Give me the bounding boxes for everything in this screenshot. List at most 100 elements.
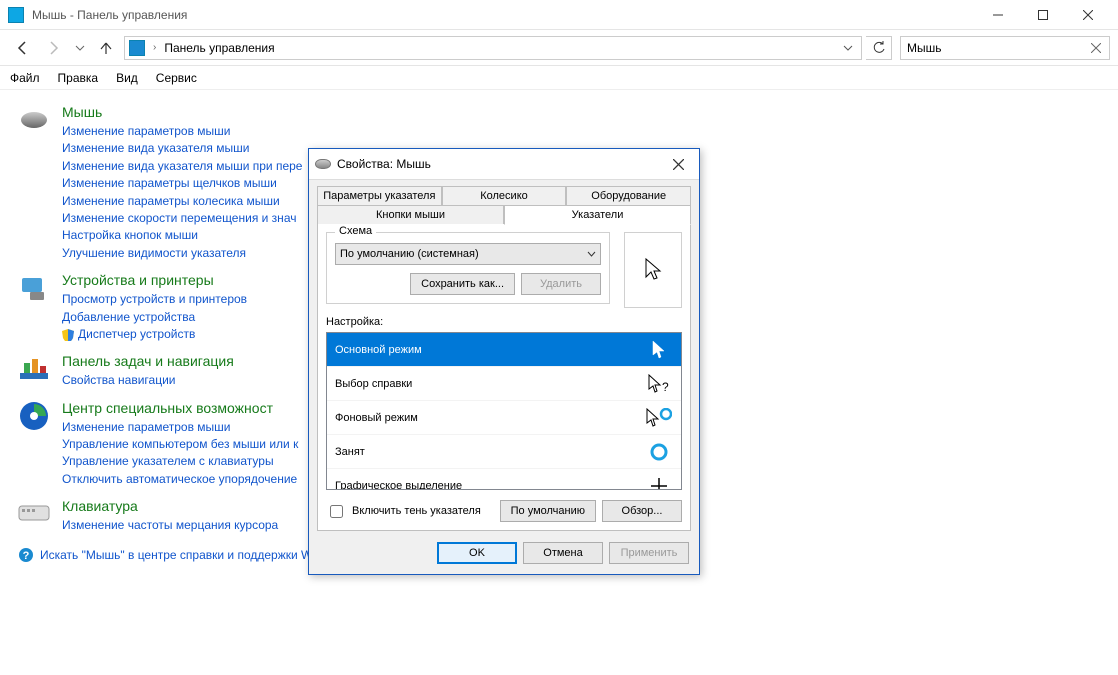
defaults-button[interactable]: По умолчанию	[500, 500, 596, 522]
scheme-combo[interactable]: По умолчанию (системная)	[335, 243, 601, 265]
minimize-icon	[993, 10, 1003, 20]
cursor-preview-icon	[645, 407, 673, 429]
browse-button[interactable]: Обзор...	[602, 500, 682, 522]
scheme-legend: Схема	[335, 225, 376, 237]
section-title[interactable]: Мышь	[62, 104, 302, 120]
section-link[interactable]: Изменение параметров мыши	[62, 123, 302, 140]
cursor-preview-icon	[645, 339, 673, 361]
breadcrumb-chevron-icon: ›	[151, 42, 158, 53]
dialog-close-button[interactable]	[663, 152, 693, 176]
control-panel-icon	[8, 7, 24, 23]
section-link[interactable]: Отключить автоматическое упорядочение	[62, 471, 298, 488]
section-link[interactable]: Изменение частоты мерцания курсора	[62, 517, 278, 534]
section-title[interactable]: Устройства и принтеры	[62, 272, 247, 288]
scheme-value: По умолчанию (системная)	[340, 248, 479, 260]
window-title: Мышь - Панель управления	[32, 8, 187, 22]
help-text: Искать "Мышь" в центре справки и поддерж…	[40, 548, 312, 562]
cursor-item[interactable]: Основной режим	[327, 333, 681, 367]
apply-button[interactable]: Применить	[609, 542, 689, 564]
ok-button[interactable]: OK	[437, 542, 517, 564]
section-link[interactable]: Изменение параметров мыши	[62, 419, 298, 436]
mouse-icon	[315, 159, 331, 169]
maximize-icon	[1038, 10, 1048, 20]
close-button[interactable]	[1065, 0, 1110, 30]
cursor-name: Основной режим	[335, 344, 422, 356]
tab-pointers[interactable]: Указатели	[504, 205, 691, 225]
arrow-up-icon	[98, 40, 114, 56]
cancel-button[interactable]: Отмена	[523, 542, 603, 564]
search-box[interactable]	[900, 36, 1110, 60]
section-link[interactable]: Управление компьютером без мыши или к	[62, 436, 298, 453]
tab-wheel[interactable]: Колесико	[442, 186, 567, 205]
tab-hardware[interactable]: Оборудование	[566, 186, 691, 205]
cursor-item[interactable]: Занят	[327, 435, 681, 469]
address-bar[interactable]: › Панель управления	[124, 36, 862, 60]
svg-text:?: ?	[23, 550, 30, 562]
section-link[interactable]: Изменение параметры щелчков мыши	[62, 175, 302, 192]
maximize-button[interactable]	[1020, 0, 1065, 30]
section-link[interactable]: Добавление устройства	[62, 309, 247, 326]
section-title[interactable]: Центр специальных возможност	[62, 400, 298, 416]
section-body: Центр специальных возможност Изменение па…	[62, 400, 298, 489]
section-link[interactable]: Изменение вида указателя мыши при пере	[62, 158, 302, 175]
recent-dropdown[interactable]	[72, 34, 88, 62]
section-title[interactable]: Клавиатура	[62, 498, 278, 514]
save-as-button[interactable]: Сохранить как...	[410, 273, 515, 295]
window-controls	[975, 0, 1110, 30]
search-input[interactable]	[905, 40, 1087, 56]
cursor-item[interactable]: Выбор справки?	[327, 367, 681, 401]
search-clear-icon[interactable]	[1087, 43, 1105, 53]
section-link[interactable]: Изменение вида указателя мыши	[62, 140, 302, 157]
close-icon	[1083, 10, 1093, 20]
tab-pointer-options[interactable]: Параметры указателя	[317, 186, 442, 205]
delete-button[interactable]: Удалить	[521, 273, 601, 295]
refresh-button[interactable]	[866, 36, 892, 60]
menu-file[interactable]: Файл	[10, 71, 40, 85]
cursor-preview-icon	[645, 441, 673, 463]
setting-label: Настройка:	[326, 316, 682, 328]
cursor-list[interactable]: Основной режим Выбор справки? Фоновый режи…	[326, 332, 682, 490]
mouse-properties-dialog: Свойства: Мышь Параметры указателя Колес…	[308, 148, 700, 575]
section-link[interactable]: Изменение параметры колесика мыши	[62, 193, 302, 210]
section-link[interactable]: Настройка кнопок мыши	[62, 227, 302, 244]
arrow-left-icon	[14, 40, 30, 56]
address-path: Панель управления	[164, 41, 833, 55]
cursor-preview-icon: ?	[645, 373, 673, 395]
section-icon	[18, 400, 50, 432]
tab-content-pointers: Схема По умолчанию (системная) Сохранить…	[317, 224, 691, 531]
minimize-button[interactable]	[975, 0, 1020, 30]
dialog-titlebar: Свойства: Мышь	[309, 149, 699, 179]
cursor-item[interactable]: Графическое выделение	[327, 469, 681, 490]
menu-bar: Файл Правка Вид Сервис	[0, 66, 1118, 90]
section-link[interactable]: Управление указателем с клавиатуры	[62, 453, 298, 470]
address-dropdown-icon[interactable]	[839, 43, 857, 53]
section-body: Клавиатура Изменение частоты мерцания кур…	[62, 498, 278, 534]
section-link[interactable]: Свойства навигации	[62, 372, 234, 389]
tabs: Параметры указателя Колесико Оборудовани…	[309, 180, 699, 225]
section-link[interactable]: Диспетчер устройств	[62, 326, 247, 343]
main-titlebar: Мышь - Панель управления	[0, 0, 1118, 30]
cursor-item[interactable]: Фоновый режим	[327, 401, 681, 435]
help-icon: ?	[18, 547, 34, 563]
cursor-name: Фоновый режим	[335, 412, 418, 424]
section-link[interactable]: Улучшение видимости указателя	[62, 245, 302, 262]
section-link[interactable]: Просмотр устройств и принтеров	[62, 291, 247, 308]
menu-service[interactable]: Сервис	[156, 71, 197, 85]
menu-edit[interactable]: Правка	[58, 71, 99, 85]
close-icon	[673, 159, 684, 170]
shadow-checkbox[interactable]	[330, 505, 343, 518]
section-body: Панель задач и навигация Свойства навигац…	[62, 353, 234, 389]
shadow-checkbox-label[interactable]: Включить тень указателя	[326, 502, 481, 521]
cursor-preview-icon	[645, 475, 673, 491]
section-title[interactable]: Панель задач и навигация	[62, 353, 234, 369]
up-button[interactable]	[92, 34, 120, 62]
forward-button[interactable]	[40, 34, 68, 62]
section-body: Устройства и принтеры Просмотр устройств …	[62, 272, 247, 343]
tab-buttons[interactable]: Кнопки мыши	[317, 205, 504, 225]
section-icon	[18, 104, 50, 136]
section-link[interactable]: Изменение скорости перемещения и знач	[62, 210, 302, 227]
back-button[interactable]	[8, 34, 36, 62]
dialog-body: Параметры указателя Колесико Оборудовани…	[309, 179, 699, 574]
dialog-footer: OK Отмена Применить	[309, 532, 699, 574]
menu-view[interactable]: Вид	[116, 71, 138, 85]
